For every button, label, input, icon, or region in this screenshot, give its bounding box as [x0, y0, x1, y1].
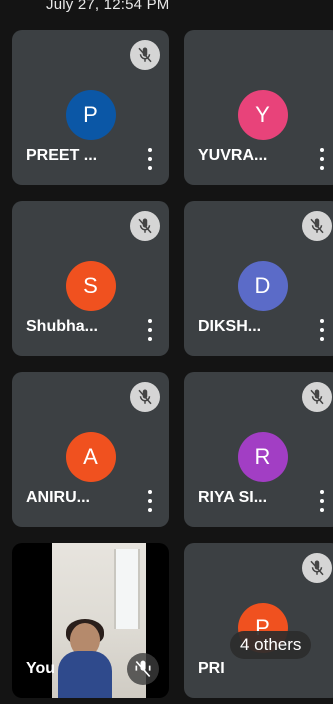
participant-tile[interactable]: D DIKSH...	[184, 201, 333, 356]
more-vert-icon[interactable]	[319, 490, 325, 512]
avatar: Y	[237, 90, 288, 140]
mic-off-icon	[302, 211, 332, 241]
meeting-timestamp: July 27, 12:54 PM	[46, 0, 170, 13]
participant-tile[interactable]: A ANIRU...	[12, 372, 169, 527]
participant-name: Shubha...	[26, 318, 98, 335]
participant-name: PRI	[198, 660, 225, 677]
others-count-button[interactable]: 4 others	[230, 631, 312, 659]
avatar: R	[237, 432, 288, 482]
mic-off-icon	[130, 40, 160, 70]
more-vert-icon[interactable]	[319, 148, 325, 170]
avatar: S	[65, 261, 116, 311]
participant-name: DIKSH...	[198, 318, 262, 335]
status-bar: July 27, 12:54 PM	[0, 0, 333, 22]
avatar: A	[65, 432, 116, 482]
more-vert-icon[interactable]	[147, 490, 153, 512]
participant-name: ANIRU...	[26, 489, 90, 506]
participant-name: PREET ...	[26, 147, 98, 164]
window-background	[114, 549, 140, 629]
audio-level-icon	[127, 653, 159, 685]
participant-tile[interactable]: S Shubha...	[12, 201, 169, 356]
mic-off-icon	[302, 382, 332, 412]
mic-off-icon	[302, 553, 332, 583]
more-vert-icon[interactable]	[319, 319, 325, 341]
mic-off-icon	[130, 211, 160, 241]
avatar: P	[65, 90, 116, 140]
participant-tile[interactable]: R RIYA SI...	[184, 372, 333, 527]
more-vert-icon[interactable]	[147, 319, 153, 341]
participant-name: YUVRA...	[198, 147, 268, 164]
participant-tile[interactable]: Y YUVRA...	[184, 30, 333, 185]
self-video-tile[interactable]: You	[12, 543, 169, 698]
more-vert-icon[interactable]	[147, 148, 153, 170]
participant-tile[interactable]: P PRI	[184, 543, 333, 698]
participant-name: RIYA SI...	[198, 489, 268, 506]
self-label: You	[26, 660, 56, 677]
mic-off-icon	[130, 382, 160, 412]
avatar: D	[237, 261, 288, 311]
participant-tile[interactable]: P PREET ...	[12, 30, 169, 185]
